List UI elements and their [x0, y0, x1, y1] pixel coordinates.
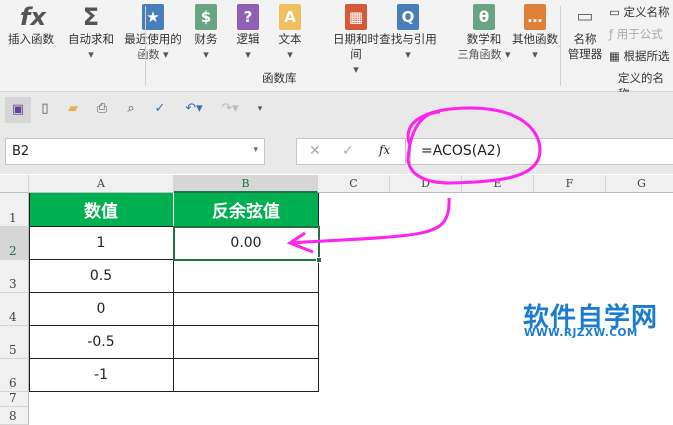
annotation-overlay: [286, 106, 542, 254]
annotation-circle: [406, 106, 542, 185]
annotation-arrow: [286, 197, 451, 254]
